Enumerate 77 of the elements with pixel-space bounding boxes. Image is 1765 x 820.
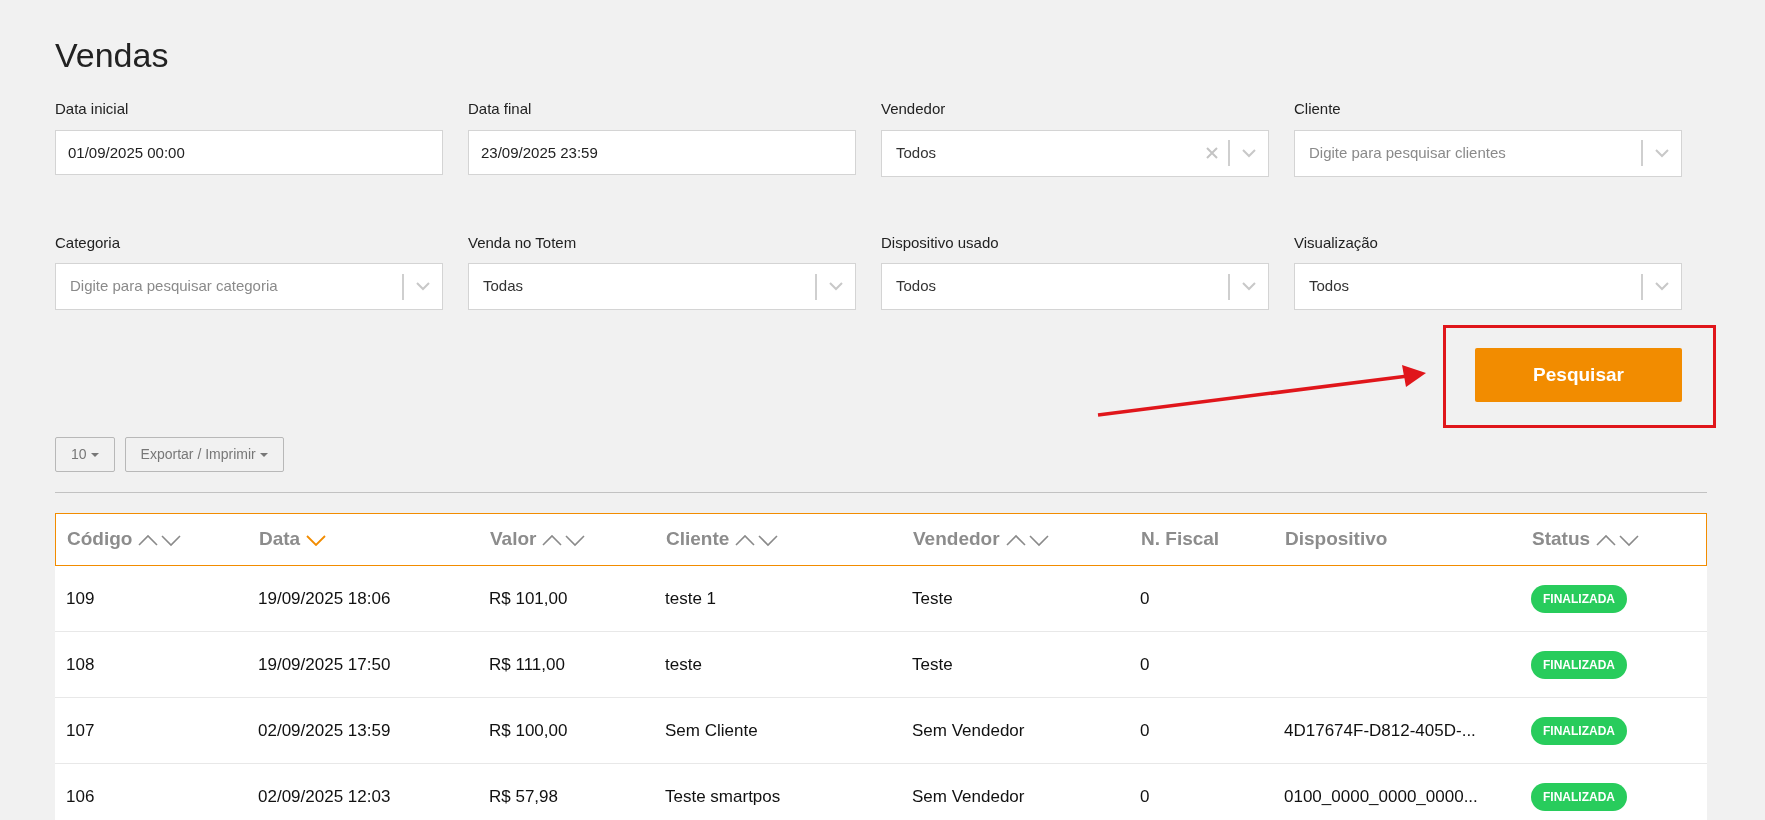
page-size-button[interactable]: 10 (55, 437, 115, 472)
column-header[interactable]: Cliente (666, 525, 730, 554)
table-cell: teste 1 (665, 588, 717, 608)
field-label: Venda no Totem (468, 232, 578, 253)
table-cell: R$ 100,00 (489, 720, 568, 740)
table-cell: 0 (1140, 720, 1150, 740)
column-header[interactable]: Data (259, 525, 301, 554)
table-cell: R$ 101,00 (489, 588, 568, 608)
table-cell: teste (665, 654, 702, 674)
table-cell: 106 (66, 786, 95, 806)
column-header[interactable]: Código (67, 525, 133, 554)
table-cell: 108 (66, 654, 95, 674)
field-label: Vendedor (881, 99, 947, 119)
table-cell: 109 (66, 588, 95, 608)
chevron-down-icon (829, 282, 843, 291)
sort-arrows-icon[interactable] (542, 532, 587, 547)
select-field[interactable]: Todos (881, 263, 1269, 310)
sort-arrows-icon[interactable] (1005, 532, 1050, 547)
table-cell: 19/09/2025 18:06 (258, 588, 391, 608)
column-header[interactable]: Status (1532, 525, 1591, 554)
field-label: Data final (468, 99, 533, 119)
table-cell: Sem Cliente (665, 720, 758, 740)
status-badge: FINALIZADA (1531, 584, 1627, 613)
export-print-button[interactable]: Exportar / Imprimir (124, 437, 284, 472)
date-field[interactable]: 01/09/2025 00:00 (55, 129, 443, 175)
table-cell: 02/09/2025 12:03 (258, 786, 391, 806)
status-badge: FINALIZADA (1531, 650, 1627, 679)
chevron-down-icon (416, 282, 430, 291)
table-cell: Sem Vendedor (912, 786, 1025, 806)
table-row[interactable]: 108 19/09/2025 17:50 R$ 111,00 teste Teste 0 FINALIZADA (55, 632, 1707, 698)
field-label: Cliente (1294, 99, 1342, 119)
table-row[interactable]: 107 02/09/2025 13:59 R$ 100,00 Sem Cliente Sem Vendedor 0 4D17674F-D812-405D-... FINALIZADA (55, 698, 1707, 764)
clear-icon[interactable] (1206, 147, 1218, 159)
chevron-down-icon (1242, 282, 1256, 291)
table-row[interactable]: 109 19/09/2025 18:06 R$ 101,00 teste 1 Teste 0 FINALIZADA (55, 566, 1707, 632)
field-label: Dispositivo usado (881, 232, 1000, 253)
table-cell: Teste (912, 588, 953, 608)
column-header[interactable]: Vendedor (913, 525, 1000, 554)
select-field[interactable]: Digite para pesquisar clientes (1294, 129, 1682, 177)
table-cell: Teste smartpos (665, 786, 781, 806)
column-header: N. Fiscal (1141, 527, 1220, 552)
table-cell: 02/09/2025 13:59 (258, 720, 391, 740)
table-cell: 107 (66, 720, 95, 740)
table-row[interactable]: 106 02/09/2025 12:03 R$ 57,98 Teste smartpos Sem Vendedor 0 0100_0000_0000_0000... FINALIZADA (55, 764, 1707, 820)
table-cell: 4D17674F-D812-405D-... (1284, 720, 1476, 740)
table-cell: 0 (1140, 588, 1150, 608)
field-label: Categoria (55, 232, 122, 253)
field-label: Data inicial (55, 99, 130, 119)
table-cell: 0 (1140, 786, 1150, 806)
chevron-down-icon (1655, 282, 1669, 291)
table-cell: 0 (1140, 654, 1150, 674)
table-cell: 19/09/2025 17:50 (258, 654, 391, 674)
page-title: Vendas (55, 35, 170, 76)
status-badge: FINALIZADA (1531, 782, 1627, 811)
sort-arrows-icon[interactable] (1596, 532, 1641, 547)
table-cell: R$ 57,98 (489, 786, 558, 806)
table-cell: R$ 111,00 (489, 654, 565, 674)
table-cell: 0100_0000_0000_0000... (1284, 786, 1478, 806)
date-field[interactable]: 23/09/2025 23:59 (468, 129, 856, 175)
sort-arrows-icon[interactable] (735, 532, 780, 547)
status-badge: FINALIZADA (1531, 716, 1627, 745)
table-cell: Sem Vendedor (912, 720, 1025, 740)
select-field[interactable]: Todos (881, 129, 1269, 177)
column-header: Dispositivo (1285, 527, 1388, 552)
sort-arrows-icon[interactable] (138, 532, 183, 547)
column-header[interactable]: Valor (490, 525, 537, 554)
sort-down-icon[interactable] (306, 533, 327, 546)
search-button[interactable]: Pesquisar (1475, 348, 1682, 402)
select-field[interactable]: Todas (468, 263, 856, 310)
select-field[interactable]: Digite para pesquisar categoria (55, 263, 443, 310)
select-field[interactable]: Todos (1294, 263, 1682, 310)
caret-icon (90, 452, 99, 457)
table-cell: Teste (912, 654, 953, 674)
field-label: Visualização (1294, 232, 1379, 253)
caret-icon (259, 452, 268, 457)
chevron-down-icon (1242, 148, 1256, 158)
chevron-down-icon (1655, 148, 1669, 158)
